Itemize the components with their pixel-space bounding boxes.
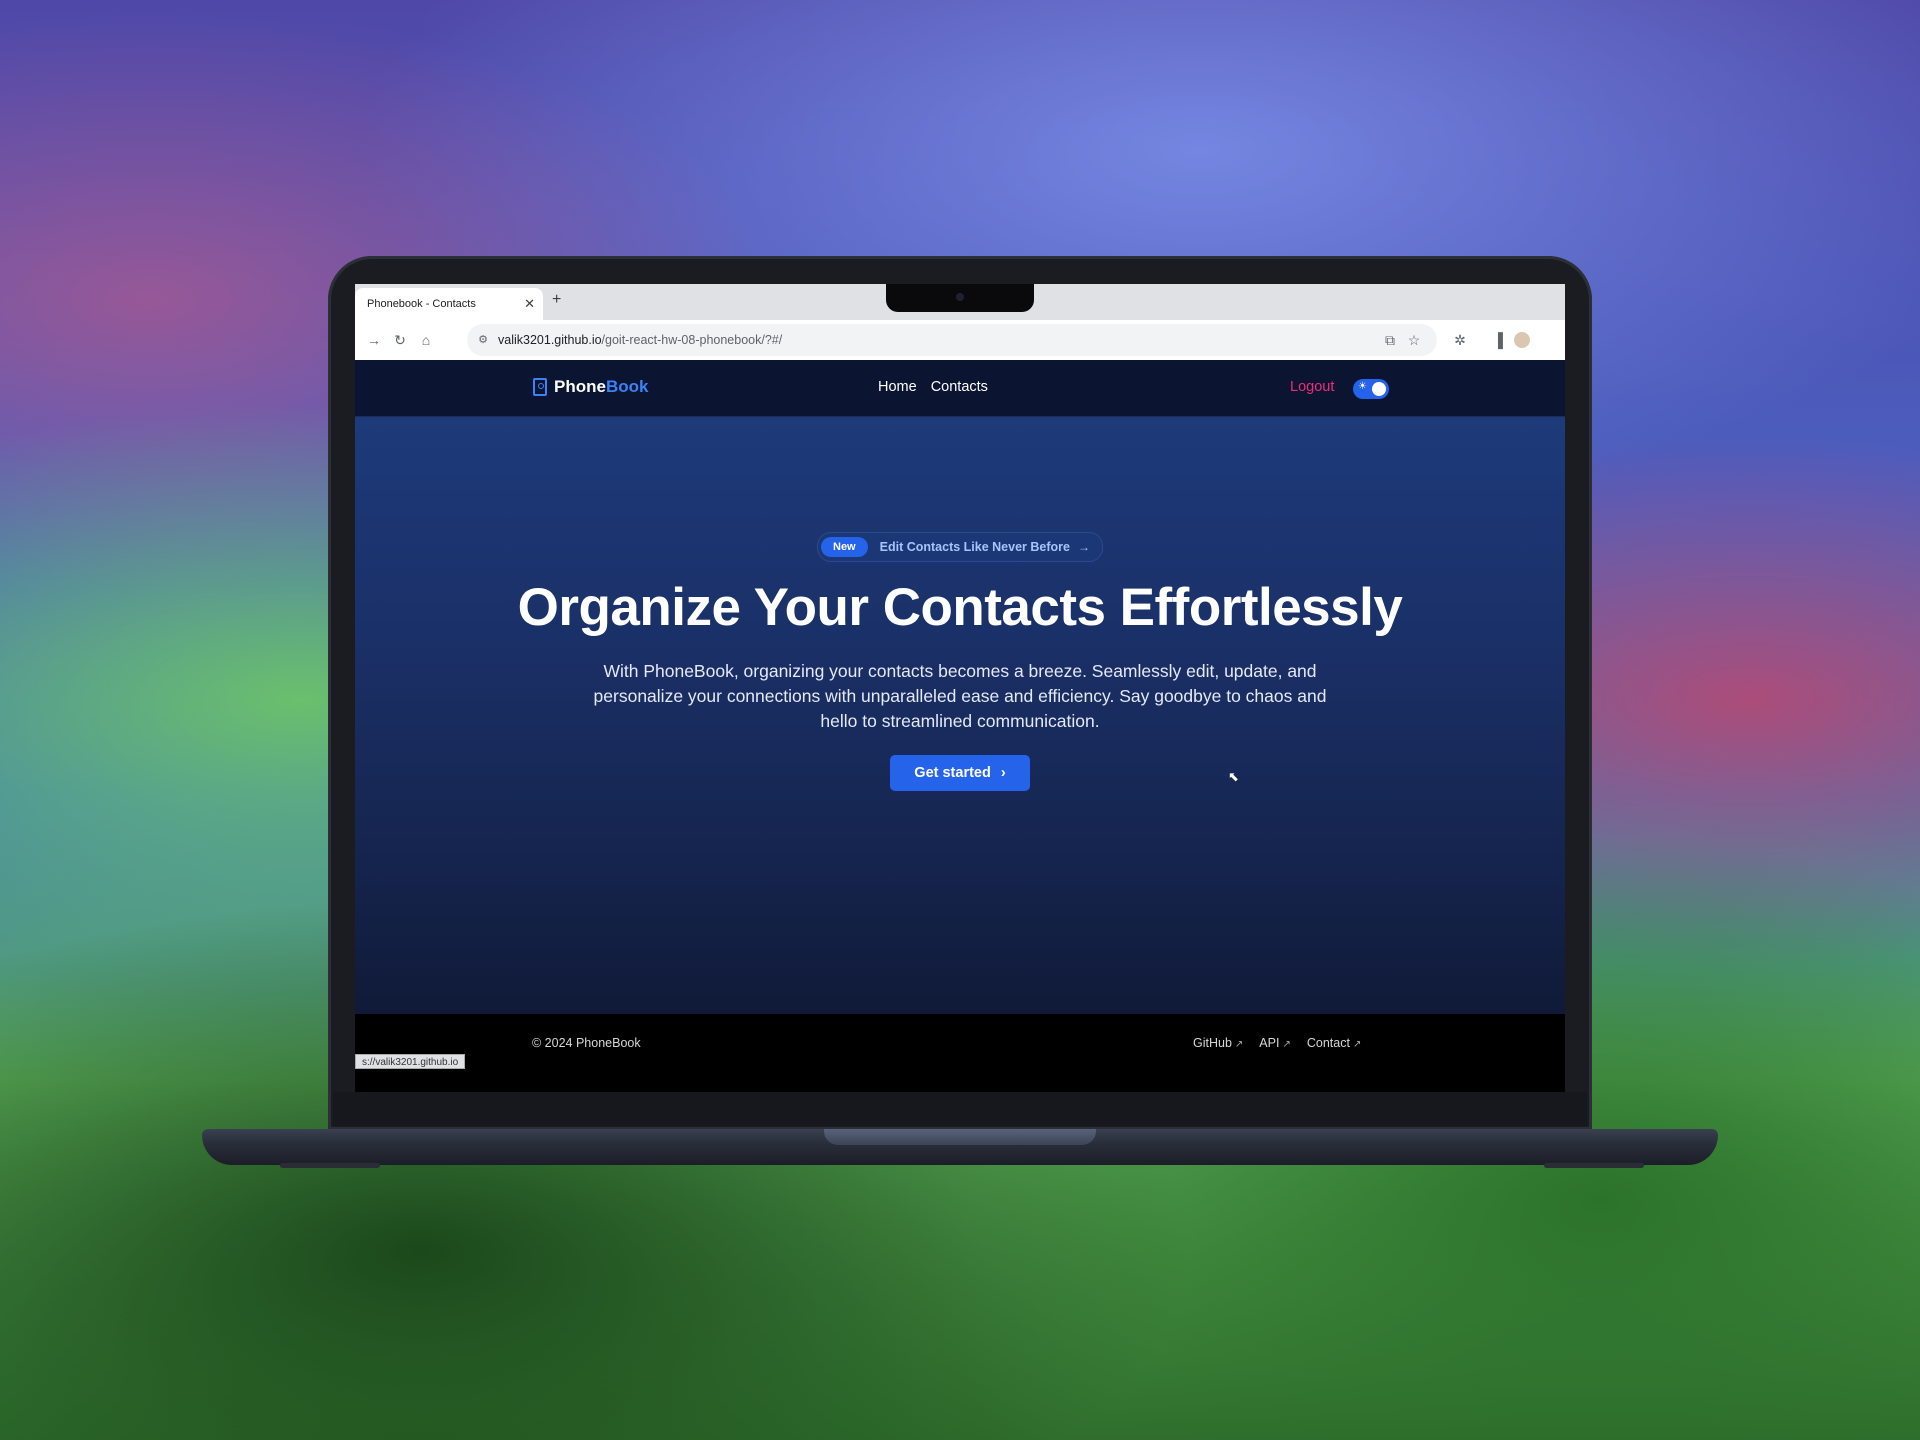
webpage: Phone Book Home Contacts Logout ☀ New Edi… (355, 360, 1565, 1092)
announcement-badge[interactable]: New Edit Contacts Like Never Before → (817, 532, 1103, 562)
external-link-icon: ↗ (1282, 1039, 1291, 1050)
side-panel-icon[interactable]: ▐ (1488, 330, 1508, 350)
site-logo[interactable]: Phone Book (533, 377, 648, 397)
browser-toolbar: → ↻ ⌂ ⚙ valik3201.github.io/goit-react-h… (355, 320, 1565, 361)
tab-title: Phonebook - Contacts (367, 298, 476, 310)
footer-links: GitHub ↗ API ↗ Contact ↗ (1193, 1036, 1361, 1050)
arrow-right-icon: → (1077, 540, 1090, 554)
toggle-knob (1372, 382, 1386, 396)
get-started-label: Get started (914, 765, 991, 781)
url-text: valik3201.github.io/goit-react-hw-08-pho… (498, 333, 782, 347)
copyright-text: © 2024 PhoneBook (532, 1036, 641, 1050)
hero-subtitle: With PhoneBook, organizing your contacts… (593, 661, 1327, 731)
url-path: /goit-react-hw-08-phonebook/?#/ (601, 333, 783, 347)
forward-icon[interactable]: → (364, 330, 384, 350)
footer-link-api-label: API (1259, 1036, 1280, 1050)
browser-tab[interactable]: Phonebook - Contacts ✕ (355, 288, 543, 320)
desktop-background: { "browser": { "tab_title": "Phonebook -… (0, 0, 1920, 1440)
url-host: valik3201.github.io (498, 333, 602, 347)
get-started-button[interactable]: Get started › (890, 755, 1030, 791)
laptop-foot (280, 1163, 380, 1168)
site-settings-icon[interactable]: ⚙ (473, 330, 493, 350)
reload-icon[interactable]: ↻ (390, 330, 410, 350)
theme-toggle[interactable]: ☀ (1353, 379, 1389, 399)
screen: Phonebook - Contacts ✕ + → ↻ ⌂ ⚙ valik32… (355, 284, 1565, 1092)
footer-link-github[interactable]: GitHub ↗ (1193, 1036, 1243, 1050)
nav-link-home[interactable]: Home (878, 379, 917, 395)
nav-links: Home Contacts (878, 379, 988, 395)
site-navbar: Phone Book Home Contacts Logout ☀ (355, 360, 1565, 417)
external-link-icon: ↗ (1234, 1039, 1244, 1050)
chevron-right-icon: › (1000, 765, 1006, 781)
phonebook-icon (533, 378, 547, 396)
home-icon[interactable]: ⌂ (416, 330, 436, 350)
hero-section: New Edit Contacts Like Never Before → Or… (355, 417, 1565, 1014)
new-tab-button[interactable]: + (552, 291, 561, 309)
extensions-icon[interactable]: ✲ (1450, 330, 1470, 350)
site-footer: © 2024 PhoneBook GitHub ↗ API ↗ Contact ↗ (355, 1014, 1565, 1092)
laptop-hinge-groove (824, 1129, 1096, 1145)
nav-link-contacts[interactable]: Contacts (931, 379, 988, 395)
external-link-icon: ↗ (1352, 1039, 1362, 1050)
camera-notch (886, 284, 1034, 312)
mouse-cursor-icon: ⬉ (1228, 769, 1239, 784)
logo-text-book: Book (605, 377, 649, 396)
badge-new-label: New (821, 537, 868, 557)
camera-icon (956, 293, 964, 301)
footer-link-api[interactable]: API ↗ (1259, 1036, 1291, 1050)
profile-avatar[interactable] (1514, 332, 1530, 348)
laptop-foot (1544, 1163, 1644, 1168)
close-tab-icon[interactable]: ✕ (524, 296, 535, 312)
bookmark-star-icon[interactable]: ☆ (1404, 330, 1424, 350)
footer-link-contact[interactable]: Contact ↗ (1307, 1036, 1361, 1050)
logo-text-phone: Phone (554, 377, 606, 396)
laptop-bezel-bottom (333, 1092, 1587, 1126)
logout-link[interactable]: Logout (1290, 379, 1334, 395)
footer-link-contact-label: Contact (1306, 1036, 1350, 1050)
install-app-icon[interactable]: ⧉ (1380, 330, 1400, 350)
hero-headline: Organize Your Contacts Effortlessly (517, 578, 1403, 637)
badge-text: Edit Contacts Like Never Before (879, 540, 1070, 554)
address-bar[interactable]: ⚙ valik3201.github.io/goit-react-hw-08-p… (467, 324, 1437, 356)
link-status-bar: s://valik3201.github.io (355, 1054, 466, 1069)
sun-icon: ☀ (1358, 381, 1367, 392)
footer-link-github-label: GitHub (1193, 1036, 1232, 1050)
